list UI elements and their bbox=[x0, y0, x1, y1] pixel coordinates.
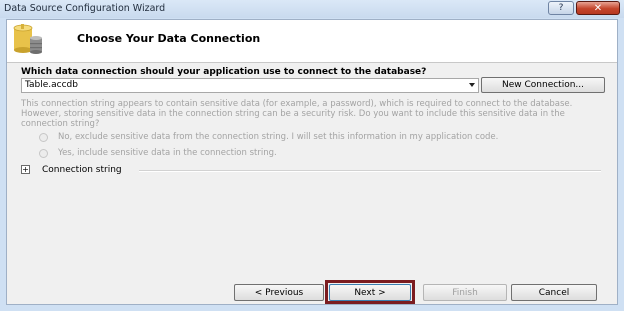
new-connection-label: New Connection... bbox=[502, 80, 584, 90]
help-icon: ? bbox=[558, 3, 564, 13]
next-label: Next > bbox=[354, 287, 386, 298]
exclude-sensitive-option[interactable]: No, exclude sensitive data from the conn… bbox=[39, 132, 498, 142]
sensitive-data-notice: This connection string appears to contai… bbox=[21, 99, 573, 129]
wizard-client-area: Choose Your Data Connection Which data c… bbox=[6, 19, 618, 305]
include-radio-button[interactable] bbox=[39, 148, 48, 158]
connection-question-label: Which data connection should your applic… bbox=[21, 67, 427, 77]
window-title: Data Source Configuration Wizard bbox=[4, 3, 166, 14]
cancel-label: Cancel bbox=[538, 287, 570, 298]
wizard-window: Data Source Configuration Wizard ? ✕ Cho… bbox=[0, 0, 624, 311]
wizard-header: Choose Your Data Connection bbox=[7, 20, 617, 63]
page-title: Choose Your Data Connection bbox=[77, 32, 261, 45]
title-bar: Data Source Configuration Wizard ? ✕ bbox=[0, 0, 624, 18]
include-option-label: Yes, include sensitive data in the conne… bbox=[58, 148, 277, 158]
finish-button[interactable]: Finish bbox=[423, 284, 507, 301]
connection-string-expand-button[interactable]: + bbox=[21, 165, 30, 174]
close-icon: ✕ bbox=[593, 2, 603, 14]
include-sensitive-option[interactable]: Yes, include sensitive data in the conne… bbox=[39, 148, 277, 158]
data-connection-dropdown[interactable]: Table.accdb bbox=[21, 78, 479, 93]
previous-label: < Previous bbox=[254, 287, 304, 298]
help-button[interactable]: ? bbox=[548, 1, 574, 15]
data-connection-value: Table.accdb bbox=[25, 80, 78, 90]
new-connection-button[interactable]: New Connection... bbox=[481, 77, 605, 93]
chevron-down-icon[interactable] bbox=[469, 83, 475, 87]
finish-label: Finish bbox=[452, 287, 478, 298]
connection-string-label[interactable]: Connection string bbox=[42, 165, 122, 175]
exclude-option-label: No, exclude sensitive data from the conn… bbox=[58, 132, 499, 142]
close-button[interactable]: ✕ bbox=[576, 1, 620, 15]
database-icon bbox=[13, 24, 42, 54]
next-button[interactable]: Next > bbox=[329, 284, 411, 301]
exclude-radio-button[interactable] bbox=[39, 132, 48, 142]
connection-string-divider bbox=[139, 170, 601, 172]
previous-button[interactable]: < Previous bbox=[234, 284, 324, 301]
cancel-button[interactable]: Cancel bbox=[511, 284, 597, 301]
